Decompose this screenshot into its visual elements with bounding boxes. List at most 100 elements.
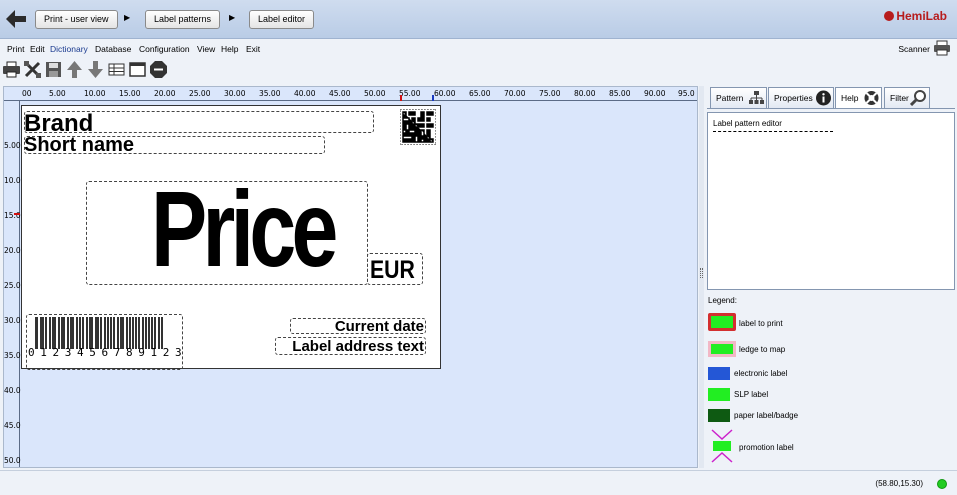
ruler-tick-label: 15.00 [119,89,141,98]
menu-help[interactable]: Help [221,44,238,54]
barcode-field[interactable]: 0 1 2 3 4 5 6 7 8 9 1 2 3 [26,314,183,370]
ruler-tick-label: 45.0 [4,421,21,430]
breadcrumb-label-editor[interactable]: Label editor [249,10,315,29]
legend-label-to-print: label to print [739,319,783,328]
header-bar: Print - user view ▶ Label patterns ▶ Lab… [0,0,957,39]
ruler-tick-label: 10.0 [4,176,21,185]
tab-label: Help [841,93,859,103]
menu-edit[interactable]: Edit [30,44,45,54]
save-icon[interactable] [44,60,63,79]
barcode-icon [35,317,163,349]
arrow-down-icon[interactable] [86,60,105,79]
cursor-marker-blue [432,95,434,101]
crop-icon[interactable] [23,60,42,79]
app-logo: HemiLab [884,9,947,23]
toolbar [0,59,700,81]
legend-swatch-label-to-print [708,313,736,331]
price-field[interactable]: Price [86,168,368,289]
menu-database[interactable]: Database [95,44,131,54]
tab-underline [707,108,955,109]
ruler-tick-label: 30.00 [224,89,246,98]
legend-swatch-slp [708,388,730,401]
panel-splitter[interactable] [699,86,704,468]
splitter-grip [700,268,703,278]
cursor-coordinates: (58.80,15.30) [875,479,923,488]
ruler-tick-label: 00 [22,89,32,98]
magnifier-icon [910,90,926,106]
tab-properties[interactable]: Properties [768,87,834,108]
status-indicator-icon [937,479,947,489]
price-text: Price [151,168,338,289]
ruler-tick-label: 20.0 [4,246,21,255]
ruler-tick-label: 60.00 [434,89,456,98]
legend-swatch-ledge-to-map [708,341,736,357]
ruler-tick-label: 20.00 [154,89,176,98]
current-date-field[interactable]: Current date [290,318,426,335]
help-title: Label pattern editor [713,119,782,128]
label-editor-canvas-area[interactable]: 00 5.00 10.00 15.00 20.00 25.00 30.00 35… [3,86,698,468]
right-panel: Pattern Properties Help Filter Label pat… [705,86,957,468]
breadcrumb-print-user-view[interactable]: Print - user view [35,10,118,29]
printer-icon[interactable] [2,60,21,79]
label-preview[interactable]: Brand Short name Price EUR 0 1 2 3 4 5 6… [21,105,441,370]
legend-paper-label: paper label/badge [734,411,799,420]
ruler-tick-label: 95.0 [678,89,695,98]
currency-field[interactable]: EUR [367,253,423,285]
current-date-text: Current date [334,318,424,335]
ruler-tick-label: 90.00 [644,89,666,98]
ruler-tick-label: 35.00 [259,89,281,98]
ruler-tick-label: 75.00 [539,89,561,98]
tab-pattern[interactable]: Pattern [710,87,767,108]
logo-text: HemiLab [896,9,947,23]
ruler-tick-label: 40.0 [4,386,21,395]
short-name-field[interactable]: Short name [24,134,325,156]
tab-label: Properties [774,93,813,103]
scanner-printer-icon[interactable] [933,40,951,56]
legend-slp-label: SLP label [734,390,769,399]
scanner-label[interactable]: Scanner [898,44,930,54]
table-icon[interactable] [107,60,126,79]
ruler-tick-label: 5.00 [4,141,21,150]
address-field[interactable]: Label address text [275,337,426,355]
breadcrumb-separator: ▶ [229,13,236,22]
breadcrumb-separator: ▶ [124,13,131,22]
tab-label: Pattern [716,93,744,103]
ruler-tick-label: 50.0 [4,456,21,465]
menu-view[interactable]: View [197,44,215,54]
brand-field[interactable]: Brand [24,110,374,137]
ruler-tick-label: 25.00 [189,89,211,98]
pattern-tree-icon [749,91,764,104]
window-icon[interactable] [128,60,147,79]
ruler-tick-label: 30.0 [4,316,21,325]
back-arrow-icon[interactable] [4,8,28,30]
cursor-marker-left [14,213,20,215]
ruler-tick-label: 70.00 [504,89,526,98]
menu-exit[interactable]: Exit [246,44,260,54]
barcode-digits: 0 1 2 3 4 5 6 7 8 9 1 2 3 [28,346,182,359]
ruler-tick-label: 25.0 [4,281,21,290]
ruler-tick-label: 35.0 [4,351,21,360]
help-divider [713,131,833,132]
breadcrumb-label-patterns[interactable]: Label patterns [145,10,221,29]
menu-print[interactable]: Print [7,44,24,54]
ruler-top: 00 5.00 10.00 15.00 20.00 25.00 30.00 35… [4,87,697,101]
ruler-tick-label: 5.00 [49,89,66,98]
tab-label: Filter [890,93,909,103]
menu-dictionary[interactable]: Dictionary [50,44,88,54]
ruler-tick-label: 85.00 [609,89,631,98]
ruler-tick-label: 55.00 [399,89,421,98]
menu-configuration[interactable]: Configuration [139,44,190,54]
stop-icon[interactable] [149,60,168,79]
address-text: Label address text [292,338,424,355]
ruler-tick-label: 50.00 [364,89,386,98]
arrow-up-icon[interactable] [65,60,84,79]
menu-bar: Print Edit Dictionary Database Configura… [0,39,957,58]
ruler-tick-label: 65.00 [469,89,491,98]
tab-help[interactable]: Help [835,87,882,108]
legend-swatch-paper [708,409,730,422]
ruler-tick-label: 10.00 [84,89,106,98]
datamatrix-code-icon[interactable] [400,109,436,145]
ruler-tick-label: 45.00 [329,89,351,98]
currency-text: EUR [370,256,415,284]
tab-filter[interactable]: Filter [884,87,930,108]
